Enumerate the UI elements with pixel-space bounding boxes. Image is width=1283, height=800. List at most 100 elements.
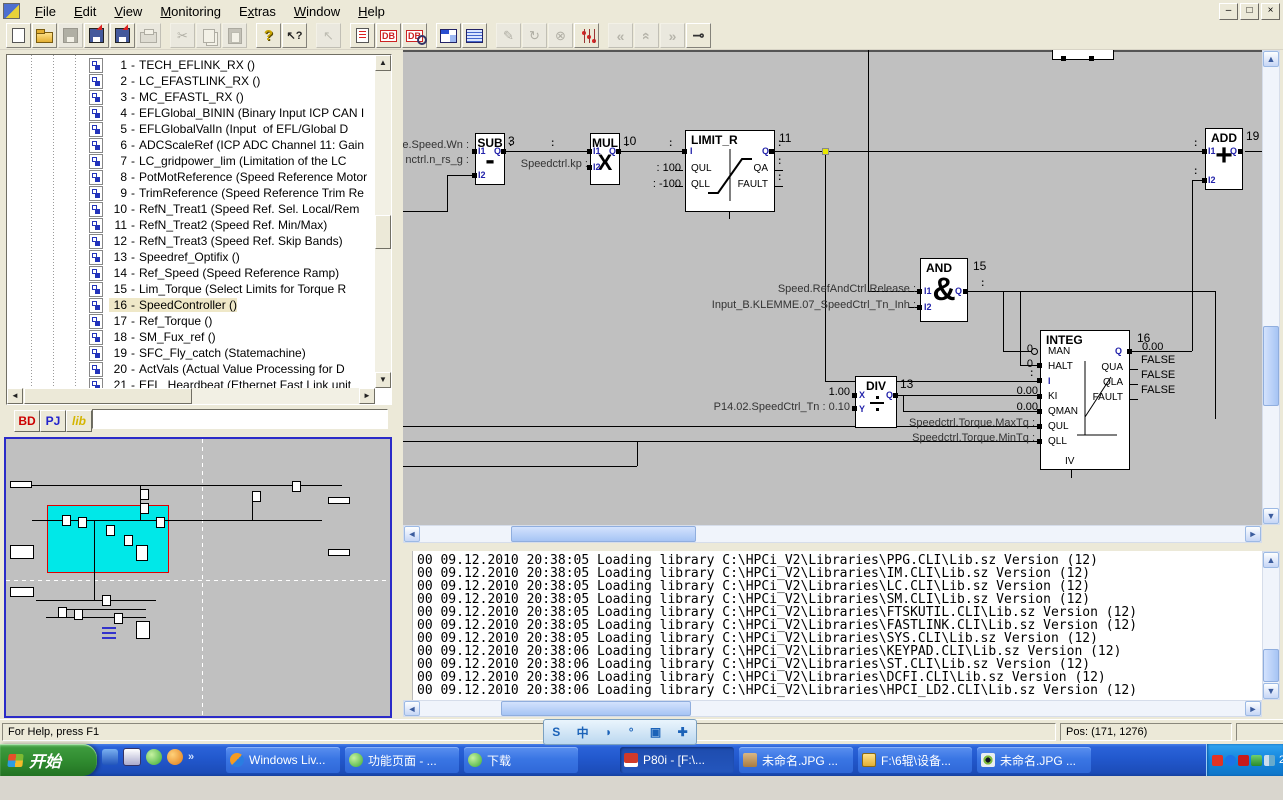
menu-item[interactable]: Monitoring: [151, 2, 230, 21]
menu-item[interactable]: Extras: [230, 2, 285, 21]
toolbar-button[interactable]: ⊸: [686, 23, 711, 48]
taskbar-window-button[interactable]: 未命名.JPG ...: [739, 747, 853, 773]
ime-icon[interactable]: ✚: [678, 725, 688, 739]
menu-item[interactable]: Help: [349, 2, 394, 21]
tree-item[interactable]: 7-LC_gridpower_lim (Limitation of the LC: [7, 153, 375, 169]
search-input[interactable]: [92, 409, 388, 429]
scrollbar-thumb[interactable]: [1263, 649, 1279, 682]
toolbar-button[interactable]: «: [634, 23, 659, 48]
toolbar-button[interactable]: [32, 23, 57, 48]
toolbar-button[interactable]: [308, 24, 315, 47]
scroll-right-button[interactable]: ►: [1245, 526, 1261, 542]
quick-launch-icon[interactable]: [167, 749, 183, 765]
tray-icon-arrow[interactable]: [1225, 755, 1236, 766]
tree-item[interactable]: 4-EFLGlobal_BININ (Binary Input ICP CAN …: [7, 105, 375, 121]
tab-library[interactable]: lib: [66, 410, 92, 432]
toolbar-button[interactable]: »: [660, 23, 685, 48]
taskbar-clock[interactable]: 21:06: [1279, 754, 1283, 766]
scroll-down-button[interactable]: ▼: [1263, 683, 1279, 699]
toolbar-button[interactable]: [248, 24, 255, 47]
toolbar-button[interactable]: [162, 24, 169, 47]
scrollbar-thumb[interactable]: [511, 526, 696, 542]
toolbar-button[interactable]: ⊗: [548, 23, 573, 48]
toolbar-button[interactable]: [428, 24, 435, 47]
scroll-left-button[interactable]: ◄: [7, 388, 23, 404]
toolbar-button[interactable]: [350, 23, 375, 48]
log-vertical-scrollbar[interactable]: ▲ ▼: [1262, 551, 1280, 700]
tree-item[interactable]: 9-TrimReference (Speed Reference Trim Re: [7, 185, 375, 201]
tree-item[interactable]: 19-SFC_Fly_catch (Statemachine): [7, 345, 375, 361]
scrollbar-thumb[interactable]: [501, 701, 691, 716]
tray-icon-thunder[interactable]: [1212, 755, 1223, 766]
menu-item[interactable]: File: [26, 2, 65, 21]
scroll-right-button[interactable]: ►: [1245, 701, 1261, 716]
scrollbar-thumb[interactable]: [375, 215, 391, 249]
toolbar-button[interactable]: [488, 24, 495, 47]
tree-item[interactable]: 2-LC_EFASTLINK_RX (): [7, 73, 375, 89]
menu-item[interactable]: View: [105, 2, 151, 21]
toolbar-button[interactable]: ?: [256, 23, 281, 48]
toolbar-button[interactable]: ✂: [170, 23, 195, 48]
ime-icon[interactable]: ◗: [605, 725, 612, 739]
diagram-horizontal-scrollbar[interactable]: ◄ ►: [403, 525, 1262, 543]
toolbar-button[interactable]: [574, 23, 599, 48]
quick-launch-overflow-chevron[interactable]: »: [188, 751, 194, 763]
app-icon[interactable]: [3, 3, 20, 19]
ime-icon[interactable]: 中: [577, 724, 589, 741]
quick-launch-icon[interactable]: [123, 748, 141, 766]
toolbar-button[interactable]: DB: [402, 23, 427, 48]
log-horizontal-scrollbar[interactable]: ◄ ►: [403, 700, 1262, 717]
toolbar-button[interactable]: ✎: [496, 23, 521, 48]
scroll-down-button[interactable]: ▼: [1263, 508, 1279, 524]
toolbar-button[interactable]: DB: [376, 23, 401, 48]
tree-vertical-scrollbar[interactable]: ▲ ▼: [375, 55, 391, 388]
tree-item[interactable]: 12-RefN_Treat3 (Speed Ref. Skip Bands): [7, 233, 375, 249]
minimize-button[interactable]: –: [1219, 3, 1238, 20]
tray-icon-shield[interactable]: [1251, 755, 1262, 766]
toolbar-button[interactable]: [84, 23, 109, 48]
tree-item[interactable]: 21-EFL_Heardbeat (Ethernet Fast Link uni…: [7, 377, 375, 388]
tree-item[interactable]: 18-SM_Fux_ref (): [7, 329, 375, 345]
taskbar-window-button[interactable]: 下载: [464, 747, 578, 773]
tree-item[interactable]: 11-RefN_Treat2 (Speed Ref. Min/Max): [7, 217, 375, 233]
block-mul[interactable]: MUL X: [590, 133, 620, 185]
scroll-left-button[interactable]: ◄: [404, 526, 420, 542]
tree-item[interactable]: 6-ADCScaleRef (ICP ADC Channel 11: Gain: [7, 137, 375, 153]
ime-icon[interactable]: S: [552, 725, 560, 739]
tray-icon-pdf[interactable]: [1238, 755, 1249, 766]
toolbar-button[interactable]: [436, 23, 461, 48]
tray-icon-network[interactable]: [1264, 755, 1275, 766]
close-button[interactable]: ×: [1261, 3, 1280, 20]
block-diagram-canvas[interactable]: SUB - 3 I1 I2 Q MUL X 10 I1 I2 Q LIMIT_R: [403, 50, 1262, 525]
tree-horizontal-scrollbar[interactable]: ◄ ►: [7, 388, 375, 404]
menu-item[interactable]: Edit: [65, 2, 105, 21]
toolbar-button[interactable]: [462, 23, 487, 48]
ime-toolbar[interactable]: S中◗°▣✚: [543, 719, 697, 745]
tree-item[interactable]: 20-ActVals (Actual Value Processing for …: [7, 361, 375, 377]
tree-item[interactable]: 16-SpeedController (): [7, 297, 375, 313]
taskbar-window-button[interactable]: P80i - [F:\...: [620, 747, 734, 773]
scroll-left-button[interactable]: ◄: [404, 701, 420, 716]
tree-item[interactable]: 14-Ref_Speed (Speed Reference Ramp): [7, 265, 375, 281]
taskbar-window-button[interactable]: Windows Liv...: [226, 747, 340, 773]
scroll-down-button[interactable]: ▼: [375, 372, 391, 388]
toolbar-button[interactable]: [58, 23, 83, 48]
tree-item[interactable]: 1-TECH_EFLINK_RX (): [7, 57, 375, 73]
tree-item[interactable]: 8-PotMotReference (Speed Reference Motor: [7, 169, 375, 185]
start-button[interactable]: 开始: [0, 744, 97, 776]
toolbar-button[interactable]: [196, 23, 221, 48]
toolbar-button[interactable]: [222, 23, 247, 48]
restore-button[interactable]: □: [1240, 3, 1259, 20]
taskbar-window-button[interactable]: 未命名.JPG ...: [977, 747, 1091, 773]
tree-item[interactable]: 13-Speedref_Optifix (): [7, 249, 375, 265]
toolbar-button[interactable]: [136, 23, 161, 48]
scroll-up-button[interactable]: ▲: [1263, 552, 1279, 568]
tree-item[interactable]: 15-Lim_Torque (Select Limits for Torque …: [7, 281, 375, 297]
quick-launch-icon[interactable]: [102, 749, 118, 765]
scroll-up-button[interactable]: ▲: [1263, 51, 1279, 67]
tree-item[interactable]: 10-RefN_Treat1 (Speed Ref. Sel. Local/Re…: [7, 201, 375, 217]
scrollbar-thumb[interactable]: [24, 388, 192, 404]
scrollbar-thumb[interactable]: [1263, 326, 1279, 406]
scroll-right-button[interactable]: ►: [359, 388, 375, 404]
toolbar-button[interactable]: ↖: [316, 23, 341, 48]
